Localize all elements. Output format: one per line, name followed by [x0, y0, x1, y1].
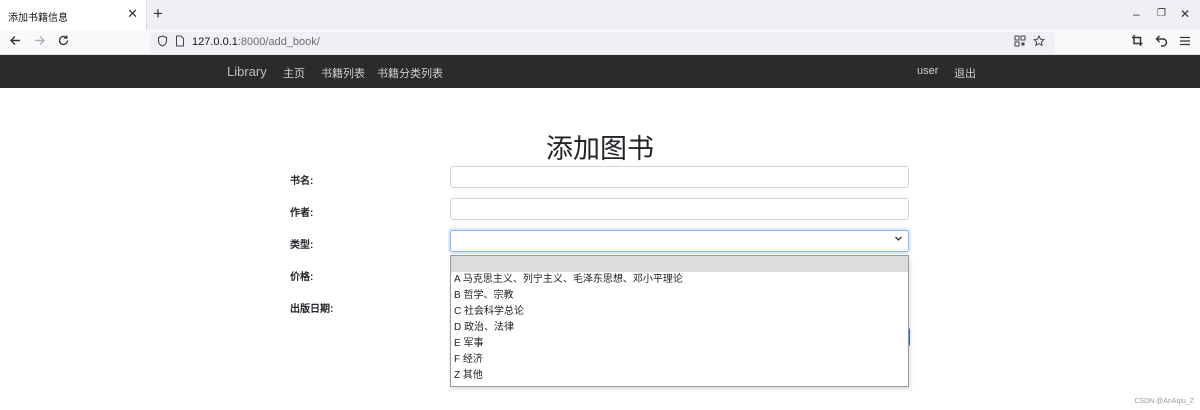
book-name-input[interactable] [450, 166, 909, 188]
browser-tab[interactable]: 添加书籍信息 ✕ [0, 0, 147, 30]
url-text: 127.0.0.1:8000/add_book/ [192, 36, 320, 48]
dropdown-option-a[interactable]: A 马克思主义、列宁主义、毛泽东思想、邓小平理论 [451, 272, 908, 288]
shield-icon[interactable] [157, 35, 168, 51]
dropdown-option-b[interactable]: B 哲学、宗教 [451, 288, 908, 304]
close-icon[interactable]: ✕ [127, 6, 138, 22]
menu-icon[interactable] [1179, 34, 1191, 50]
dropdown-option-d[interactable]: D 政治、法律 [451, 320, 908, 336]
back-icon[interactable] [9, 34, 22, 50]
browser-tab-strip: 添加书籍信息 ✕ + – ❐ ✕ [0, 0, 1200, 30]
nav-logout[interactable]: 退出 [954, 65, 976, 81]
nav-home[interactable]: 主页 [283, 65, 305, 81]
author-input[interactable] [450, 198, 909, 220]
dropdown-option-c[interactable]: C 社会科学总论 [451, 304, 908, 320]
page-icon[interactable] [175, 35, 185, 51]
nav-user[interactable]: user [917, 65, 938, 77]
dropdown-option-blank[interactable] [451, 256, 908, 272]
dropdown-option-e[interactable]: E 军事 [451, 336, 908, 352]
url-path: :8000/add_book/ [237, 36, 320, 48]
plus-icon[interactable]: + [153, 5, 163, 23]
label-pub-date: 出版日期: [290, 304, 334, 315]
qr-code-icon[interactable] [1014, 35, 1026, 51]
nav-category-list[interactable]: 书籍分类列表 [377, 65, 443, 81]
brand-link[interactable]: Library [227, 64, 267, 79]
minimize-icon[interactable]: – [1133, 7, 1140, 21]
watermark: CSDN @AnAqiu_Z [1134, 398, 1194, 405]
label-price: 价格: [290, 272, 314, 283]
restore-icon[interactable]: ❐ [1157, 7, 1166, 21]
tab-title: 添加书籍信息 [8, 13, 68, 24]
url-host: 127.0.0.1 [192, 36, 238, 48]
browser-toolbar: 127.0.0.1:8000/add_book/ [0, 30, 1200, 55]
dropdown-option-f[interactable]: F 经济 [451, 352, 908, 368]
dropdown-option-z[interactable]: Z 其他 [451, 368, 908, 384]
star-icon[interactable] [1032, 34, 1046, 51]
window-close-icon[interactable]: ✕ [1180, 7, 1190, 21]
crop-icon[interactable] [1131, 34, 1144, 50]
reload-icon[interactable] [57, 34, 70, 50]
address-bar[interactable]: 127.0.0.1:8000/add_book/ [150, 32, 1055, 53]
label-category: 类型: [290, 240, 314, 251]
label-author: 作者: [290, 208, 314, 219]
label-book-name: 书名: [290, 176, 314, 187]
chevron-down-icon[interactable] [894, 234, 903, 248]
undo-icon[interactable] [1155, 34, 1168, 50]
category-dropdown-list: A 马克思主义、列宁主义、毛泽东思想、邓小平理论 B 哲学、宗教 C 社会科学总… [450, 255, 909, 387]
site-navbar: Library 主页 书籍列表 书籍分类列表 user 退出 [0, 55, 1200, 88]
page-title: 添加图书 [546, 134, 654, 164]
forward-icon[interactable] [33, 34, 46, 50]
category-select[interactable] [450, 230, 909, 252]
nav-book-list[interactable]: 书籍列表 [321, 65, 365, 81]
